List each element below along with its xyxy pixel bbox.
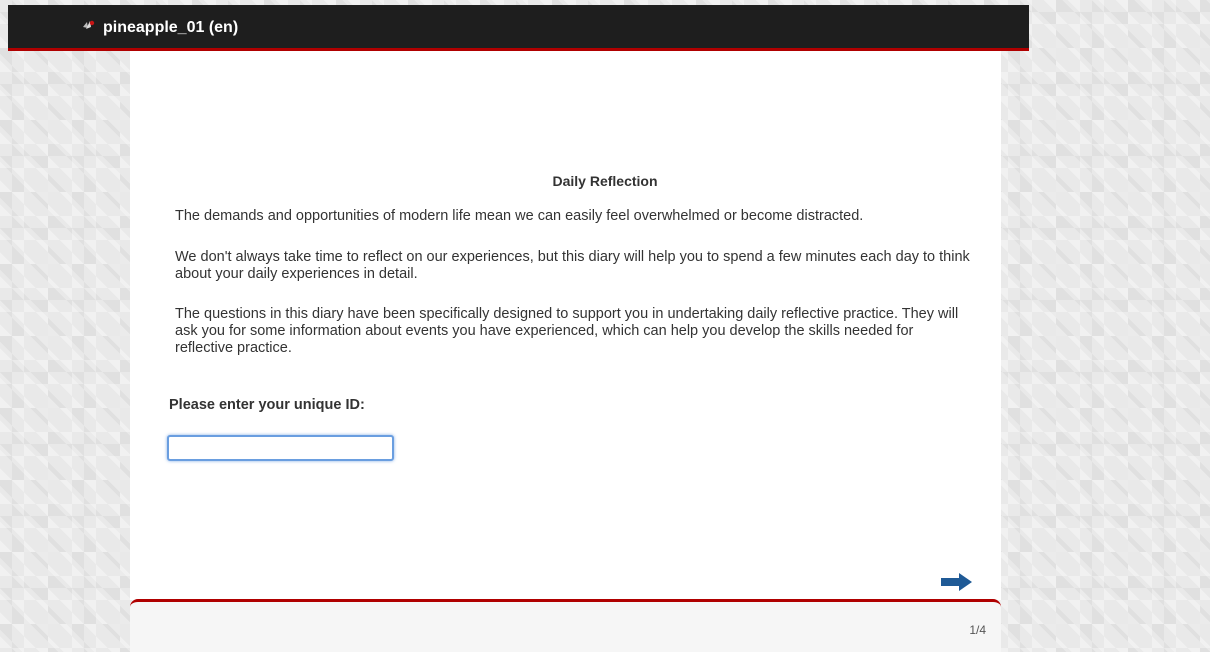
unique-id-label: Please enter your unique ID: [169,397,365,413]
next-page-button[interactable] [940,572,973,592]
right-arrow-icon [941,573,972,591]
intro-paragraph-2: We don't always take time to reflect on … [175,249,970,282]
page-heading: Daily Reflection [552,173,658,189]
intro-paragraph-1: The demands and opportunities of modern … [175,208,864,224]
app-title: pineapple_01 (en) [103,19,239,36]
intro-paragraph-3: The questions in this diary have been sp… [175,306,959,356]
footer-bar [130,599,1001,652]
app-header-bar: pineapple_01 (en) [8,5,1029,51]
pineapple-logo-icon [83,20,95,29]
page-indicator: 1/4 [969,623,986,637]
unique-id-input[interactable] [167,435,394,461]
